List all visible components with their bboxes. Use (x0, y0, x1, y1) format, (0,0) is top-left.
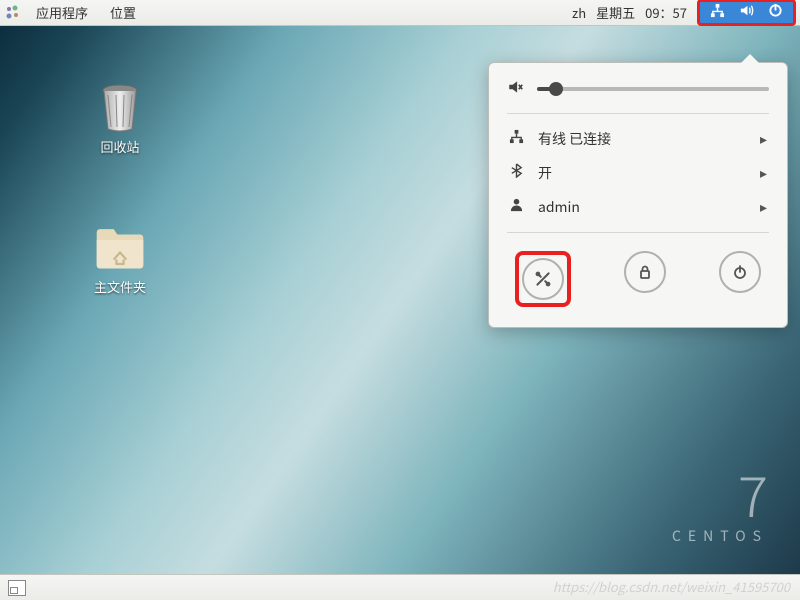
user-label: admin (538, 197, 746, 217)
gnome-logo-icon (4, 5, 20, 21)
power-button[interactable] (719, 251, 761, 293)
watermark: https://blog.csdn.net/weixin_41595700 (553, 577, 790, 596)
volume-slider[interactable] (537, 87, 769, 91)
settings-button[interactable] (522, 258, 564, 300)
network-row[interactable]: 有线 已连接 ▸ (507, 122, 769, 156)
chevron-right-icon: ▸ (760, 129, 767, 149)
centos-brand: 7 CENTOS (672, 466, 768, 546)
speaker-icon (507, 77, 525, 101)
centos-version: 7 (672, 466, 768, 522)
separator (507, 232, 769, 233)
bluetooth-label: 开 (538, 163, 746, 183)
bluetooth-icon (509, 163, 524, 183)
action-buttons-row (507, 241, 769, 309)
folder-icon (94, 221, 146, 273)
locale-indicator[interactable]: zh (572, 3, 586, 22)
wired-network-icon (509, 129, 524, 149)
power-icon[interactable] (768, 3, 783, 22)
volume-icon[interactable] (739, 3, 754, 22)
places-menu[interactable]: 位置 (100, 3, 146, 22)
home-folder-label: 主文件夹 (80, 277, 160, 296)
bluetooth-row[interactable]: 开 ▸ (507, 156, 769, 190)
centos-name: CENTOS (672, 526, 768, 546)
user-icon (509, 197, 524, 217)
network-label: 有线 已连接 (538, 129, 746, 149)
chevron-right-icon: ▸ (760, 163, 767, 183)
separator (507, 113, 769, 114)
trash-label: 回收站 (80, 137, 160, 156)
system-status-area[interactable] (697, 0, 796, 26)
desktop[interactable]: 回收站 主文件夹 7 CENTOS 有线 已连接 ▸ 开 ▸ (0, 26, 800, 574)
trash-desktop-icon[interactable]: 回收站 (80, 81, 160, 156)
panel-right: zh 星期五 09：57 (572, 0, 796, 26)
volume-row (507, 77, 769, 101)
top-panel: 应用程序 位置 zh 星期五 09：57 (0, 0, 800, 26)
time-label[interactable]: 09：57 (645, 3, 687, 22)
lock-button[interactable] (624, 251, 666, 293)
settings-highlight (515, 251, 571, 307)
applications-menu[interactable]: 应用程序 (26, 3, 98, 22)
day-label[interactable]: 星期五 (596, 3, 635, 22)
chevron-right-icon: ▸ (760, 197, 767, 217)
trash-icon (94, 81, 146, 133)
workspace-switcher[interactable] (8, 580, 26, 596)
panel-left: 应用程序 位置 (4, 3, 146, 22)
system-menu-popup: 有线 已连接 ▸ 开 ▸ admin ▸ (488, 62, 788, 328)
network-icon[interactable] (710, 3, 725, 22)
user-row[interactable]: admin ▸ (507, 190, 769, 224)
home-folder-desktop-icon[interactable]: 主文件夹 (80, 221, 160, 296)
